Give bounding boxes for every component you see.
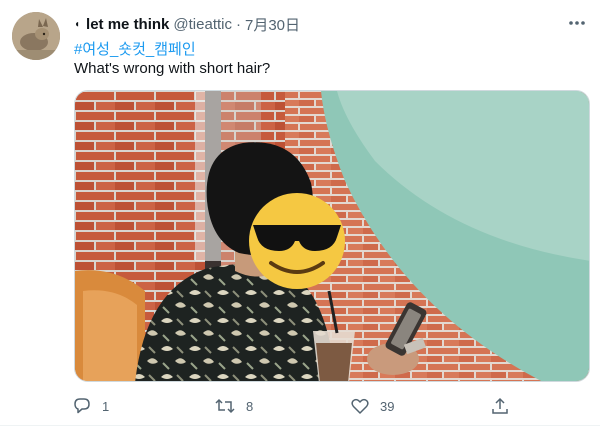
- tweet-photo[interactable]: [74, 90, 590, 382]
- share-icon: [492, 397, 508, 414]
- tweet-header: ◖ let me think @tieattic · 7月30日: [74, 14, 556, 34]
- share-button[interactable]: [490, 396, 510, 416]
- pin-icon: ◖: [74, 18, 81, 30]
- avatar[interactable]: [12, 12, 60, 60]
- tweet-actions-bar: 1 8 39: [72, 394, 520, 418]
- user-handle[interactable]: @tieattic: [173, 16, 232, 33]
- retweet-icon: [215, 398, 235, 414]
- like-count: 39: [380, 398, 395, 414]
- hashtag-link[interactable]: #여성_숏컷_캠페인: [74, 38, 196, 59]
- retweet-count: 8: [246, 398, 254, 414]
- tweet-text: What's wrong with short hair?: [74, 60, 271, 77]
- more-horizontal-icon: [569, 21, 585, 25]
- retweet-button[interactable]: 8: [214, 396, 253, 416]
- tweet-date[interactable]: 7月30日: [245, 14, 300, 35]
- reply-count: 1: [102, 398, 110, 414]
- sunglasses-emoji-icon: [249, 193, 345, 289]
- like-button[interactable]: 39: [350, 396, 394, 416]
- reply-icon: [74, 398, 90, 414]
- reply-button[interactable]: 1: [72, 396, 109, 416]
- like-icon: [351, 398, 369, 414]
- separator-dot: ·: [236, 15, 241, 33]
- tweet-card[interactable]: ◖ let me think @tieattic · 7月30日 #여성_숏컷_…: [0, 0, 600, 426]
- display-name[interactable]: let me think: [86, 16, 169, 33]
- more-options-button[interactable]: [568, 14, 586, 32]
